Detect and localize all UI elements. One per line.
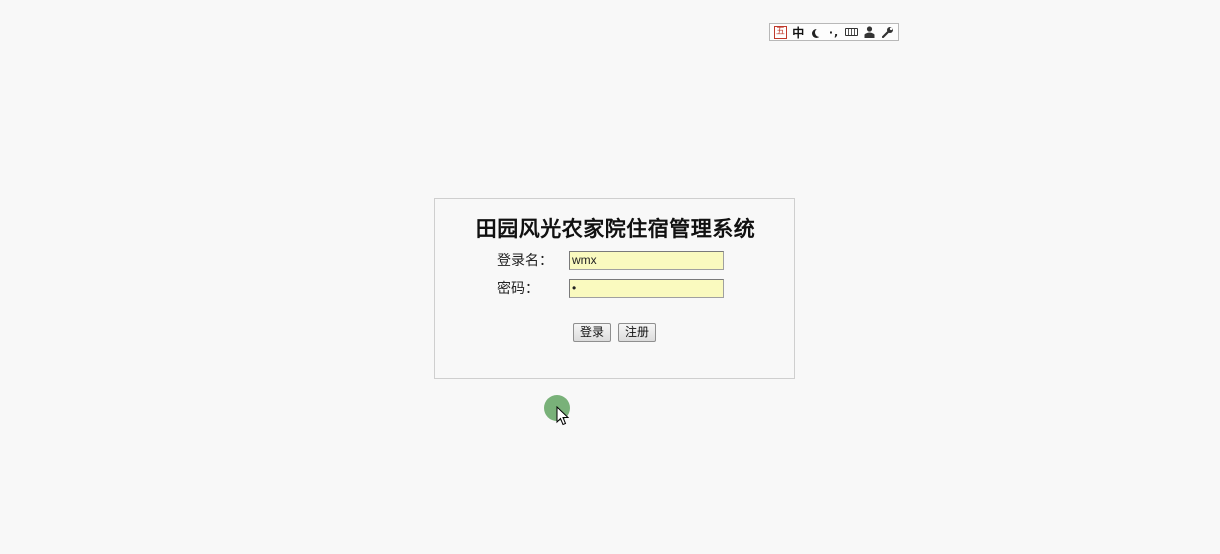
password-label: 密码： xyxy=(497,281,539,297)
login-title: 田园风光农家院住宿管理系统 xyxy=(475,216,756,241)
ime-wrench-icon[interactable] xyxy=(880,25,895,40)
ime-user-icon[interactable] xyxy=(862,25,877,40)
mouse-pointer-icon xyxy=(556,406,570,426)
ime-logo-text: 五 xyxy=(773,25,787,39)
ime-toolbar[interactable]: 五 中 ·, xyxy=(769,23,899,41)
ime-keyboard-icon[interactable] xyxy=(844,25,859,40)
password-input[interactable]: • xyxy=(569,279,724,298)
page: 五 中 ·, 田园风光农家院住宿管理系统 登录名： wmx 密码： • 登录 注… xyxy=(0,0,1220,554)
register-button[interactable]: 注册 xyxy=(618,323,656,342)
ime-halfwidth-moon-icon[interactable] xyxy=(809,25,824,40)
login-form: 田园风光农家院住宿管理系统 登录名： wmx 密码： • 登录 注册 xyxy=(434,198,795,379)
ime-logo-icon[interactable]: 五 xyxy=(773,25,788,40)
ime-punctuation-toggle[interactable]: ·, xyxy=(827,25,842,40)
username-input[interactable]: wmx xyxy=(569,251,724,270)
login-button[interactable]: 登录 xyxy=(573,323,611,342)
ime-chinese-mode-toggle[interactable]: 中 xyxy=(791,25,806,40)
username-label: 登录名： xyxy=(497,253,553,269)
